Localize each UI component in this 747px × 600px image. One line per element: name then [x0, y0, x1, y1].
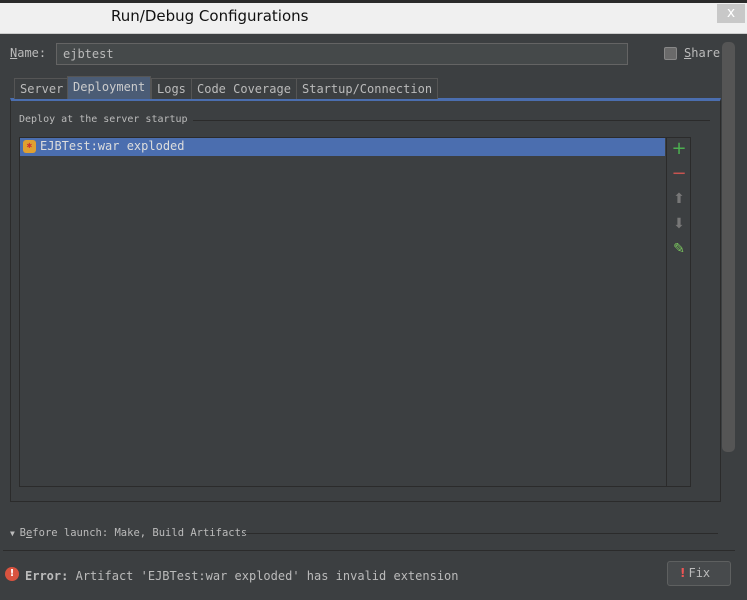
before-launch-label: fore launch: Make, Build Artifacts	[32, 527, 248, 539]
tab-startup-connection[interactable]: Startup/Connection	[296, 78, 439, 99]
share-label[interactable]: Share	[684, 46, 720, 60]
artifact-icon: ✱	[23, 140, 36, 153]
tab-code-coverage[interactable]: Code Coverage	[191, 78, 297, 99]
error-message: Error: Artifact 'EJBTest:war exploded' h…	[25, 569, 459, 583]
section-label: Deploy at the server startup	[19, 114, 188, 125]
tab-server[interactable]: Server	[14, 78, 70, 99]
close-button[interactable]: x	[717, 4, 745, 23]
share-text: hare	[691, 46, 721, 60]
share-checkbox[interactable]	[664, 47, 677, 60]
scrollbar[interactable]	[722, 42, 735, 452]
list-item[interactable]: EJBTest:war exploded	[20, 138, 665, 156]
error-prefix: Error:	[25, 569, 69, 583]
separator	[3, 550, 735, 551]
move-down-icon[interactable]: ⬇	[671, 216, 687, 232]
before-launch-toggle[interactable]: ▼ Before launch: Make, Build Artifacts	[10, 527, 247, 539]
divider	[193, 120, 710, 121]
tab-deployment[interactable]: Deployment	[67, 76, 152, 99]
add-icon[interactable]: +	[671, 140, 687, 158]
error-text: Artifact 'EJBTest:war exploded' has inva…	[75, 569, 459, 583]
move-up-icon[interactable]: ⬆	[671, 191, 687, 207]
name-label-text: ame:	[17, 46, 47, 60]
name-label: Name:	[10, 46, 46, 60]
divider	[245, 533, 718, 534]
remove-icon[interactable]: −	[671, 165, 687, 183]
triangle-down-icon: ▼	[10, 529, 20, 538]
fix-button[interactable]: ! Fix	[667, 561, 731, 586]
error-icon: !	[5, 567, 19, 581]
dialog-title: Run/Debug Configurations	[111, 7, 309, 25]
lightbulb-icon: !	[680, 566, 686, 580]
list-toolbar	[666, 137, 691, 487]
name-input[interactable]: ejbtest	[56, 43, 628, 65]
tab-logs[interactable]: Logs	[151, 78, 192, 99]
edit-icon[interactable]: ✎	[671, 241, 687, 257]
deployment-list[interactable]	[19, 137, 667, 487]
fix-label: Fix	[688, 566, 711, 580]
